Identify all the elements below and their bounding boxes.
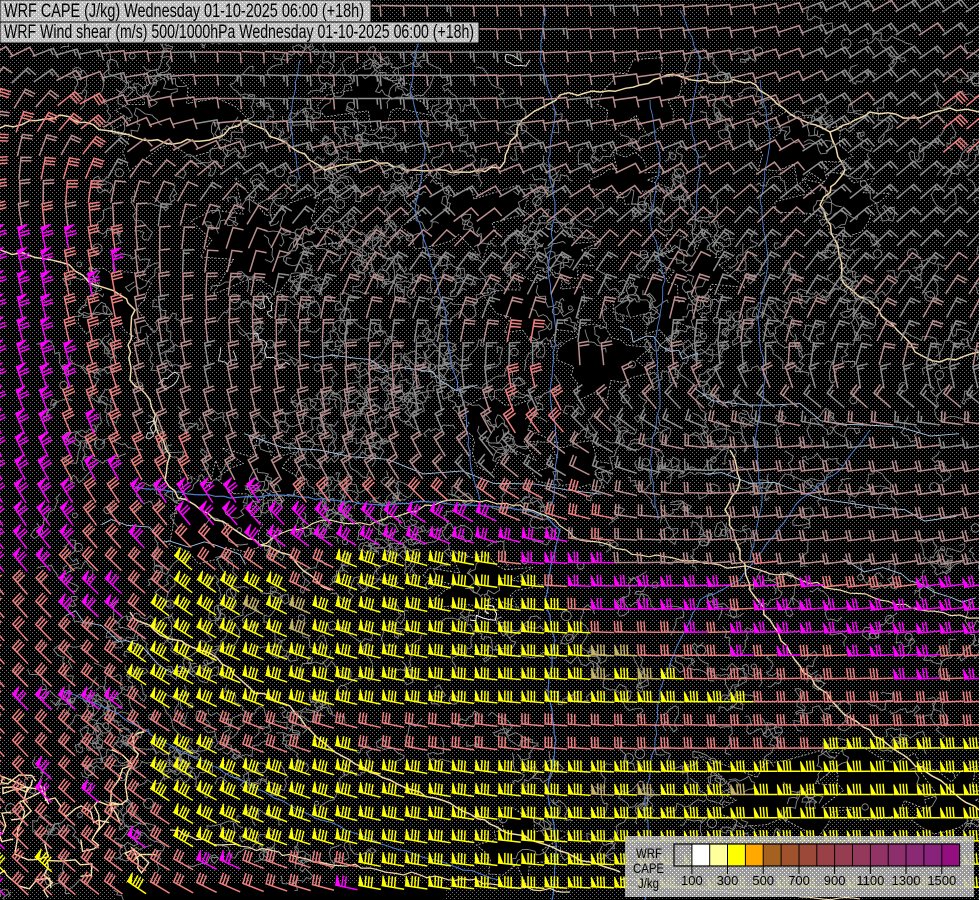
svg-text:1500: 1500 bbox=[927, 873, 956, 888]
svg-text:1300: 1300 bbox=[892, 873, 921, 888]
svg-text:300: 300 bbox=[717, 873, 739, 888]
svg-text:J/kg: J/kg bbox=[638, 875, 659, 891]
svg-text:WRF CAPE (J/kg) Wednesday 01-1: WRF CAPE (J/kg) Wednesday 01-10-2025 06:… bbox=[4, 1, 364, 22]
svg-text:500: 500 bbox=[752, 873, 774, 888]
svg-text:100: 100 bbox=[681, 873, 703, 888]
svg-text:WRF Wind shear (m/s) 500/1000h: WRF Wind shear (m/s) 500/1000hPa Wednesd… bbox=[4, 22, 474, 43]
svg-text:900: 900 bbox=[824, 873, 846, 888]
svg-text:1100: 1100 bbox=[856, 873, 884, 888]
svg-text:CAPE: CAPE bbox=[633, 860, 664, 876]
svg-text:WRF: WRF bbox=[636, 845, 662, 861]
svg-text:700: 700 bbox=[788, 873, 810, 888]
